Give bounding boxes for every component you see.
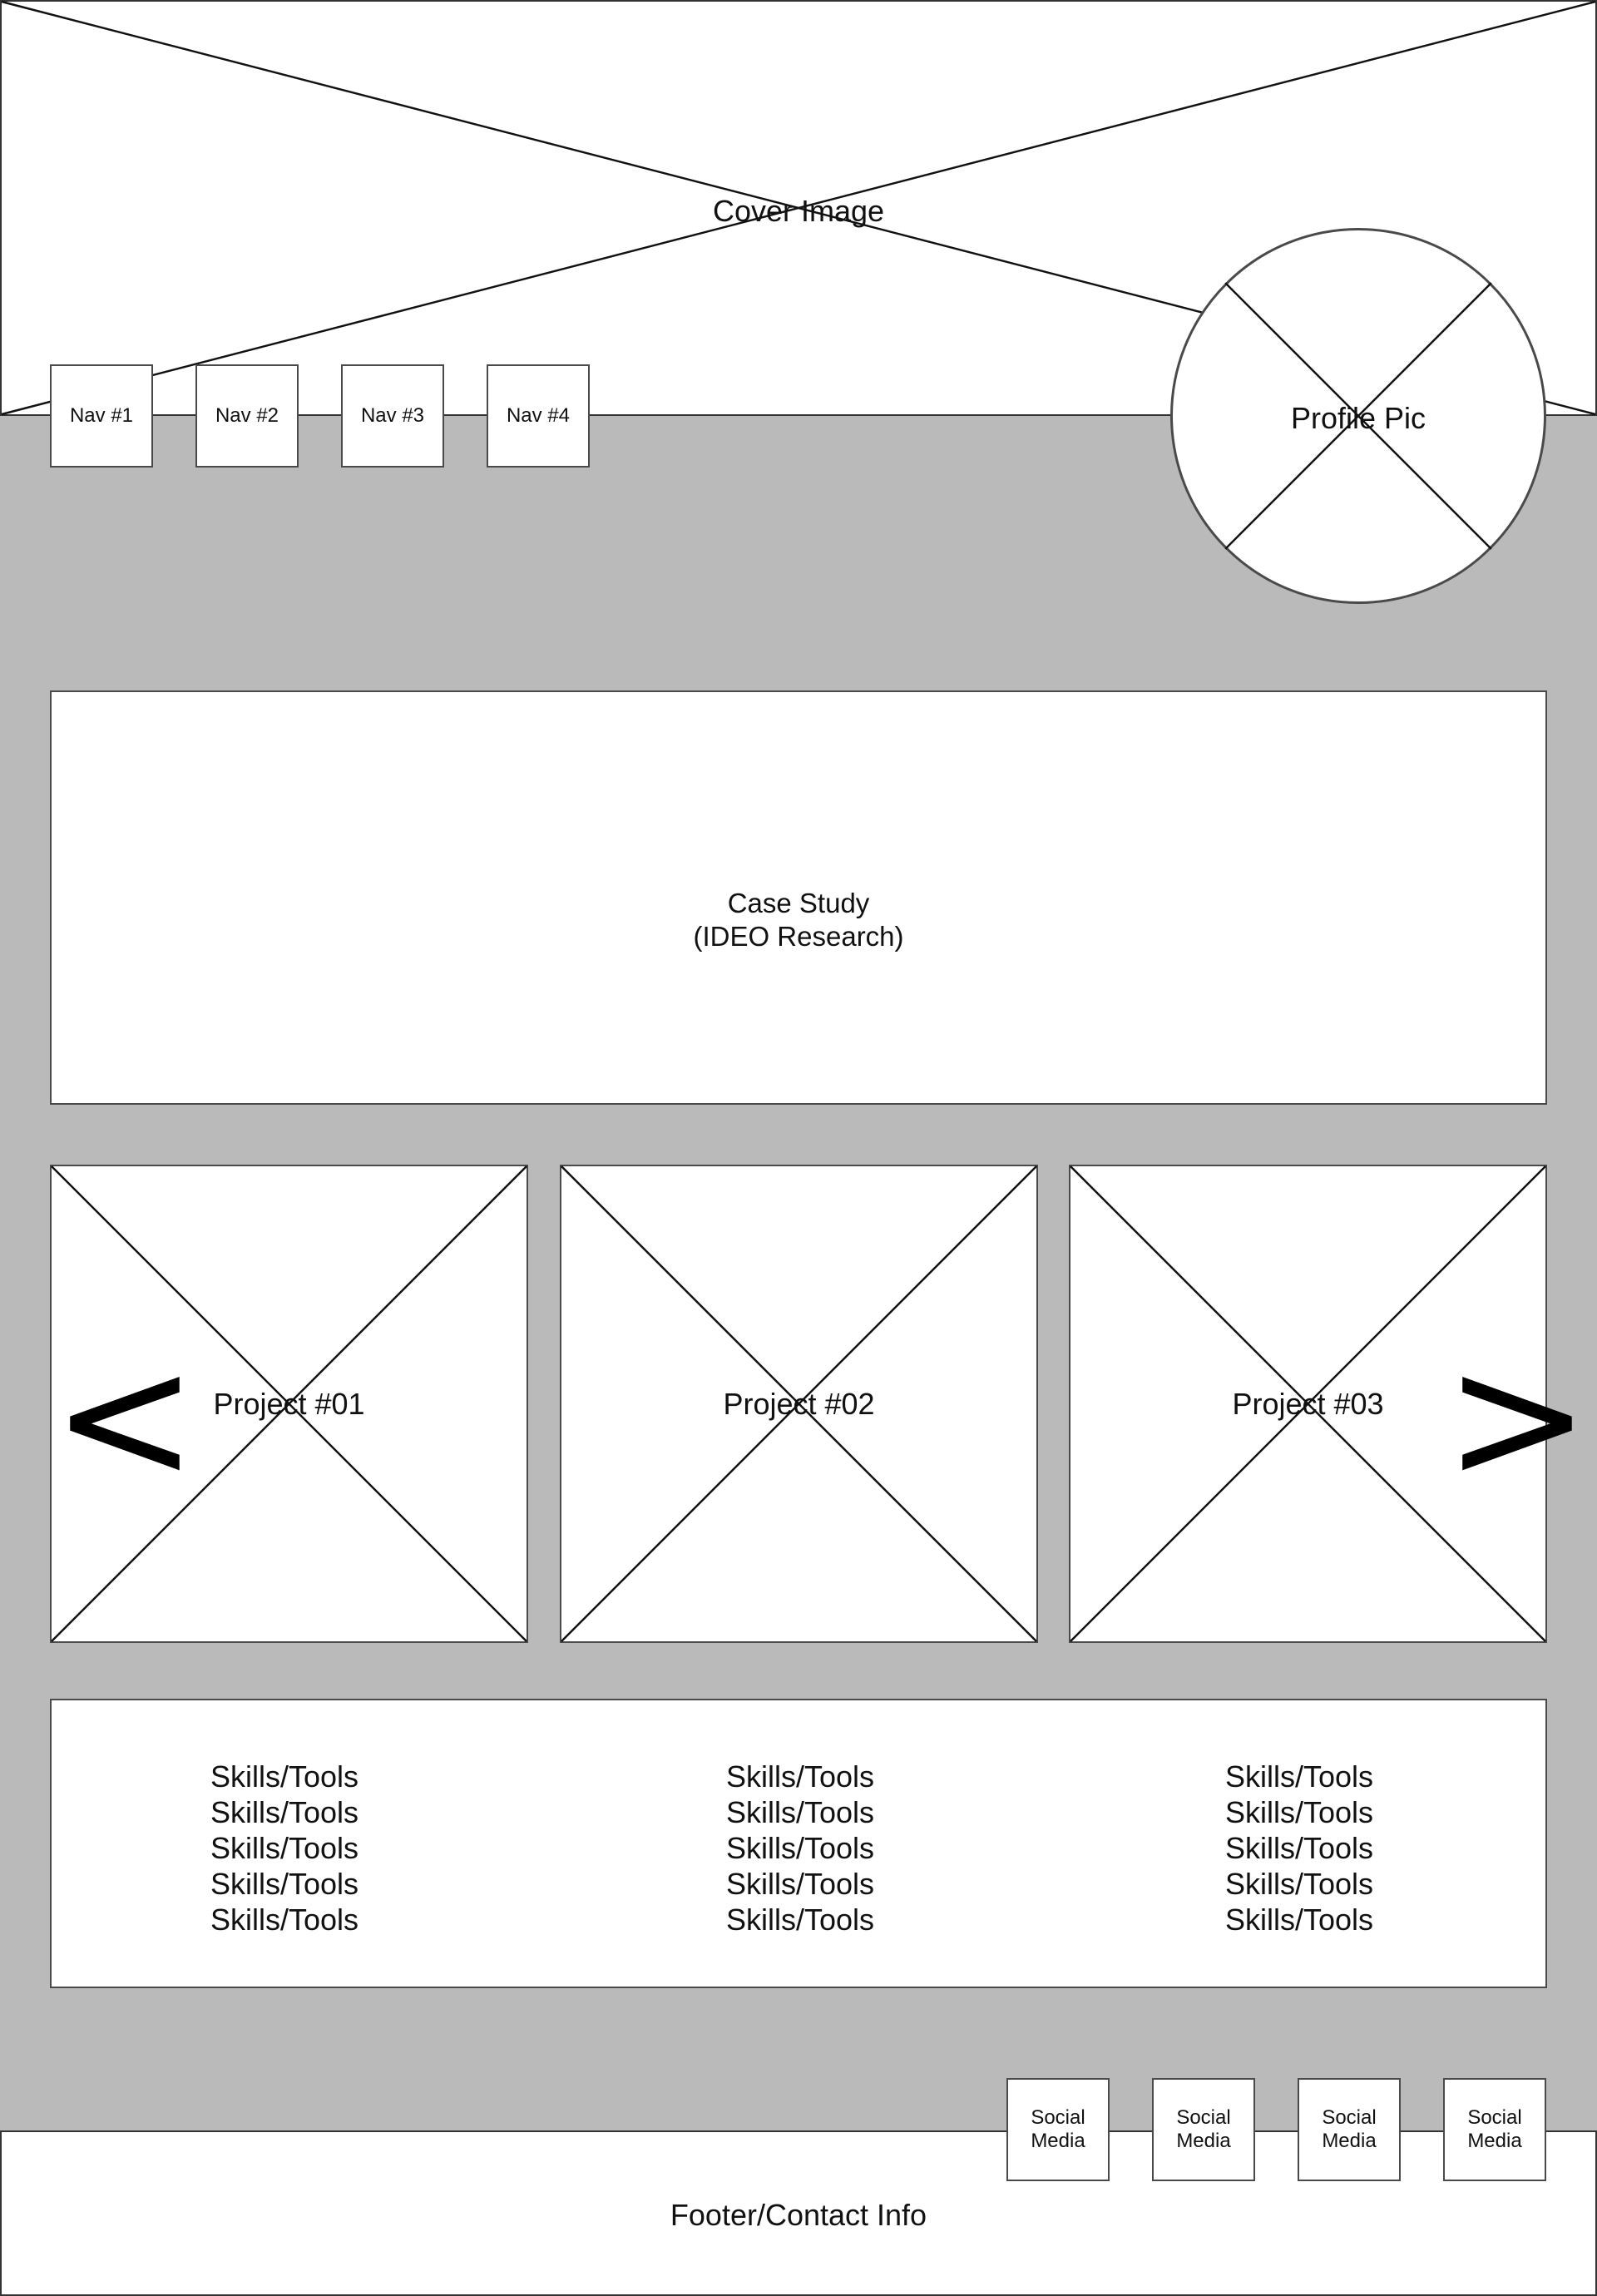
profile-pic-label: Profile Pic bbox=[1290, 401, 1426, 435]
skill-item: Skills/Tools bbox=[725, 1867, 875, 1901]
skill-item: Skills/Tools bbox=[210, 1795, 359, 1829]
social-media-button-2[interactable]: Social Media bbox=[1152, 2078, 1255, 2181]
skill-item: Skills/Tools bbox=[725, 1795, 875, 1829]
skills-column-3: Skills/Tools Skills/Tools Skills/Tools S… bbox=[1174, 1759, 1424, 1937]
project-card-2[interactable]: Project #02 bbox=[560, 1165, 1038, 1643]
case-study-card[interactable]: Case Study (IDEO Research) bbox=[50, 690, 1547, 1105]
skill-item: Skills/Tools bbox=[1224, 1867, 1374, 1901]
skill-item: Skills/Tools bbox=[725, 1831, 875, 1865]
skill-item: Skills/Tools bbox=[1224, 1795, 1374, 1829]
cover-image-label: Cover Image bbox=[712, 194, 885, 228]
project-label: Project #02 bbox=[723, 1387, 875, 1421]
skills-column-1: Skills/Tools Skills/Tools Skills/Tools S… bbox=[160, 1759, 409, 1937]
nav-item-2[interactable]: Nav #2 bbox=[195, 364, 299, 468]
case-study-title: Case Study bbox=[727, 888, 870, 918]
nav-item-4[interactable]: Nav #4 bbox=[487, 364, 590, 468]
carousel-next-icon[interactable]: > bbox=[1444, 1331, 1590, 1506]
nav-item-1[interactable]: Nav #1 bbox=[50, 364, 153, 468]
profile-pic: Profile Pic bbox=[1170, 228, 1546, 604]
skill-item: Skills/Tools bbox=[725, 1759, 875, 1794]
social-media-button-1[interactable]: Social Media bbox=[1006, 2078, 1110, 2181]
skill-item: Skills/Tools bbox=[1224, 1831, 1374, 1865]
skill-item: Skills/Tools bbox=[210, 1831, 359, 1865]
skill-item: Skills/Tools bbox=[1224, 1903, 1374, 1937]
skill-item: Skills/Tools bbox=[210, 1903, 359, 1937]
carousel-prev-icon[interactable]: < bbox=[52, 1331, 198, 1506]
skill-item: Skills/Tools bbox=[1224, 1759, 1374, 1794]
skill-item: Skills/Tools bbox=[210, 1759, 359, 1794]
nav-item-3[interactable]: Nav #3 bbox=[341, 364, 444, 468]
skills-panel: Skills/Tools Skills/Tools Skills/Tools S… bbox=[50, 1699, 1547, 1988]
case-study-subtitle: (IDEO Research) bbox=[693, 921, 904, 952]
skill-item: Skills/Tools bbox=[210, 1867, 359, 1901]
skill-item: Skills/Tools bbox=[725, 1903, 875, 1937]
social-media-button-3[interactable]: Social Media bbox=[1298, 2078, 1401, 2181]
footer-contact-info: Footer/Contact Info bbox=[670, 2198, 927, 2232]
skills-column-2: Skills/Tools Skills/Tools Skills/Tools S… bbox=[675, 1759, 925, 1937]
social-media-button-4[interactable]: Social Media bbox=[1443, 2078, 1546, 2181]
